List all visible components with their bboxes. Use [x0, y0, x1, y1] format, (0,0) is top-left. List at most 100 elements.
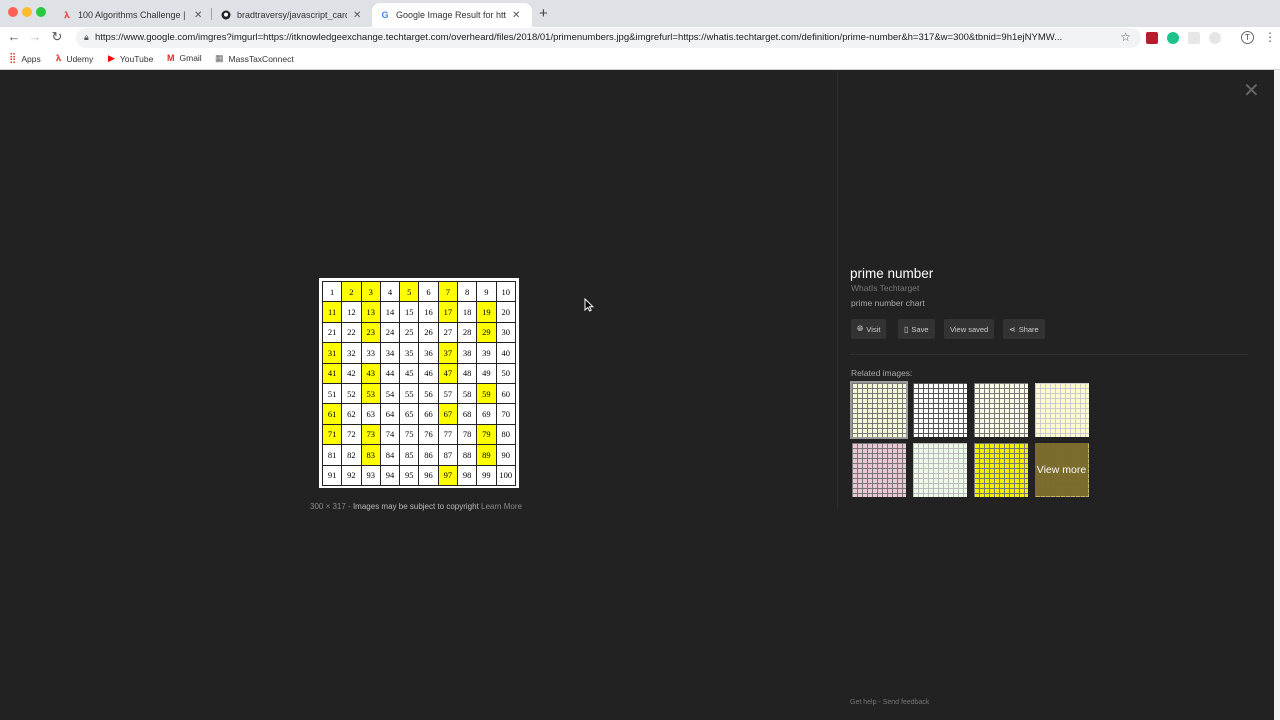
save-button[interactable]: ▯ Save — [898, 319, 935, 339]
grid-cell: 21 — [321, 321, 343, 344]
tab-close-icon[interactable]: ✕ — [353, 10, 361, 21]
related-image-thumbnail[interactable] — [852, 443, 906, 497]
grid-cell-highlighted: 73 — [360, 423, 381, 446]
grid-cell: 77 — [437, 423, 458, 446]
bookmark-gmail[interactable]: M Gmail — [167, 53, 202, 63]
scrollbar[interactable] — [1274, 70, 1280, 720]
grid-cell: 44 — [379, 362, 401, 384]
grid-cell: 76 — [418, 423, 439, 446]
grid-cell: 50 — [495, 362, 517, 384]
new-tab-button[interactable]: + — [539, 5, 548, 22]
send-feedback-link[interactable]: Send feedback — [883, 699, 930, 706]
grid-cell: 81 — [321, 444, 343, 466]
grid-cell: 14 — [379, 301, 401, 323]
grid-cell: 1 — [321, 280, 343, 303]
minimize-window-button[interactable] — [22, 7, 32, 17]
tab-title: Google Image Result for https: — [396, 10, 506, 20]
url-text[interactable]: https://www.google.com/imgres?imgurl=htt… — [95, 32, 1105, 43]
grid-cell: 75 — [399, 423, 420, 446]
extension-m-icon[interactable] — [1167, 32, 1179, 44]
grid-cell: 80 — [495, 423, 517, 446]
grid-cell: 63 — [360, 403, 381, 425]
related-image-thumbnail[interactable] — [913, 443, 967, 497]
grid-row: 61 62 63 64 65 66 67 68 69 70 — [321, 403, 517, 425]
grid-cell-highlighted: 83 — [360, 444, 381, 466]
grid-cell: 70 — [495, 403, 517, 425]
extension-pdf-icon[interactable] — [1146, 32, 1158, 44]
grid-cell: 52 — [341, 382, 362, 405]
grid-cell: 20 — [495, 301, 517, 323]
related-images-label: Related images: — [851, 368, 913, 378]
grid-cell-highlighted: 23 — [360, 321, 381, 344]
gmail-icon: M — [167, 53, 175, 63]
grid-cell-highlighted: 61 — [321, 403, 343, 425]
menu-dots-icon[interactable]: ⋮ — [1264, 30, 1276, 44]
view-saved-button[interactable]: View saved — [944, 319, 995, 339]
related-image-thumbnail[interactable] — [913, 383, 967, 437]
visit-button[interactable]: 🌐︎ Visit — [851, 319, 887, 339]
view-more-button[interactable]: View more — [1035, 443, 1088, 496]
address-bar[interactable]: 🔒︎ https://www.google.com/imgres?imgurl=… — [76, 28, 1141, 48]
grid-cell: 10 — [495, 280, 517, 303]
related-image-thumbnail[interactable] — [974, 383, 1028, 437]
close-icon[interactable]: ✕ — [1243, 81, 1260, 101]
tab-close-icon[interactable]: ✕ — [512, 10, 520, 21]
grid-cell: 69 — [476, 403, 497, 425]
image-title[interactable]: prime number — [850, 266, 933, 281]
grid-cell: 35 — [399, 342, 420, 364]
grid-cell: 9 — [476, 280, 497, 303]
tab-google-image-result[interactable]: G Google Image Result for https: ✕ — [372, 3, 532, 27]
button-label: Visit — [866, 324, 881, 334]
learn-more-link[interactable]: Learn More — [481, 502, 522, 511]
prime-number-grid: 1 2 3 4 5 6 7 8 9 10 11 12 13 14 15 16 17 18 19 20 21 22 23 24 2… — [321, 280, 517, 486]
tab-udemy[interactable]: 𝛌 100 Algorithms Challenge | Ud ✕ — [54, 3, 210, 27]
related-image-thumbnail[interactable] — [974, 443, 1028, 497]
extension-icon[interactable] — [1209, 32, 1221, 44]
grid-cell: 48 — [456, 362, 478, 384]
get-help-link[interactable]: Get help — [850, 699, 876, 706]
profile-avatar[interactable]: T — [1241, 31, 1254, 44]
github-icon — [221, 10, 231, 20]
grid-cell: 45 — [399, 362, 420, 384]
grid-cell: 18 — [456, 301, 478, 323]
tab-strip: 𝛌 100 Algorithms Challenge | Ud ✕ bradtr… — [0, 0, 1280, 27]
tab-github[interactable]: bradtraversy/javascript_cardio ✕ — [213, 3, 369, 27]
bookmark-youtube[interactable]: ▶ YouTube — [108, 53, 153, 64]
extension-icon[interactable] — [1188, 32, 1200, 44]
bookmark-masstaxconnect[interactable]: ▦ MassTaxConnect — [215, 53, 294, 64]
bookmark-udemy[interactable]: 𝛌 Udemy — [56, 53, 93, 64]
grid-cell: 65 — [399, 403, 420, 425]
grid-cell: 38 — [456, 342, 478, 364]
grid-cell-highlighted: 29 — [476, 321, 497, 344]
related-image-thumbnail[interactable] — [850, 381, 908, 439]
grid-cell-highlighted: 17 — [437, 301, 458, 323]
grid-cell: 95 — [399, 464, 420, 486]
related-image-thumbnail[interactable] — [1035, 383, 1089, 437]
grid-row: 1 2 3 4 5 6 7 8 9 10 — [321, 280, 517, 303]
grid-cell-highlighted: 89 — [476, 444, 497, 466]
grid-cell: 34 — [379, 342, 401, 364]
grid-cell: 32 — [341, 342, 362, 364]
grid-cell: 86 — [418, 444, 439, 466]
preview-image[interactable]: 1 2 3 4 5 6 7 8 9 10 11 12 13 14 15 16 17 18 19 20 21 22 23 24 2… — [319, 278, 519, 488]
udemy-icon: 𝛌 — [64, 9, 70, 20]
tab-close-icon[interactable]: ✕ — [194, 10, 202, 21]
close-window-button[interactable] — [8, 7, 18, 17]
back-arrow-icon[interactable]: ← — [6, 29, 22, 44]
grid-cell: 49 — [476, 362, 497, 384]
grid-cell: 51 — [321, 382, 343, 405]
bookmark-label: MassTaxConnect — [228, 53, 294, 64]
grid-cell: 24 — [379, 321, 401, 344]
bookmark-apps[interactable]: ⣿ Apps — [9, 53, 41, 64]
bookmarks-bar: ⣿ Apps 𝛌 Udemy ▶ YouTube M Gmail ▦ MassT… — [0, 49, 1280, 70]
bookmark-star-icon[interactable]: ☆ — [1120, 30, 1131, 44]
forward-arrow-icon[interactable]: → — [27, 29, 43, 44]
share-button[interactable]: ⋖ Share — [1003, 319, 1045, 339]
reload-icon[interactable]: ↻ — [49, 29, 65, 45]
maximize-window-button[interactable] — [36, 7, 46, 17]
image-source[interactable]: WhatIs Techtarget — [851, 283, 919, 293]
grid-cell: 84 — [379, 444, 401, 466]
grid-cell: 78 — [456, 423, 478, 446]
grid-cell-highlighted: 79 — [476, 423, 497, 446]
grid-cell: 88 — [456, 444, 478, 466]
